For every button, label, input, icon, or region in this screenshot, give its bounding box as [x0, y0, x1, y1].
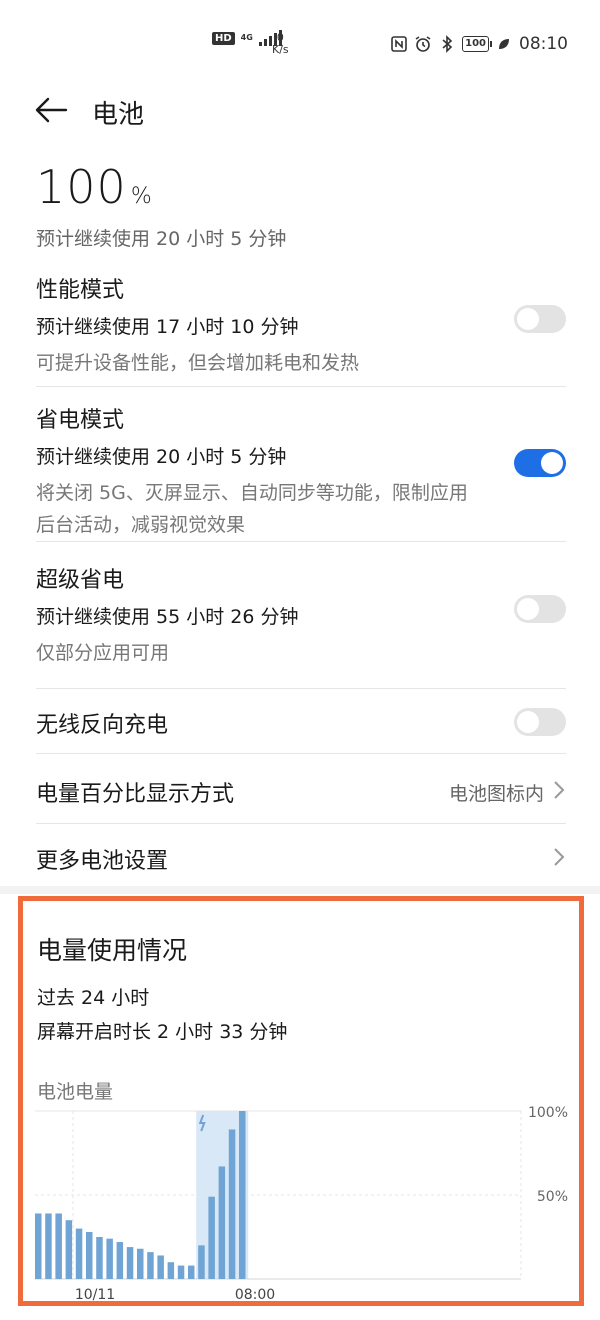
chart-bar [35, 1213, 42, 1279]
bluetooth-icon [438, 35, 456, 53]
nfc-icon [390, 35, 408, 53]
divider [36, 688, 566, 689]
divider [36, 541, 566, 542]
divider [36, 386, 566, 387]
usage-title: 电量使用情况 [37, 936, 188, 965]
chart-bar [106, 1238, 113, 1279]
power-saving-estimate: 预计继续使用 20 小时 5 分钟 [36, 446, 287, 468]
chart-label: 电池电量 [37, 1081, 114, 1103]
chart-bar [157, 1255, 164, 1279]
chart-bar [45, 1213, 52, 1279]
usage-period: 过去 24 小时 [37, 987, 150, 1009]
chart-bar [218, 1166, 226, 1279]
chart-bar [188, 1265, 195, 1279]
power-saving-toggle[interactable] [514, 449, 566, 477]
chart-bar [198, 1245, 205, 1279]
x-tick-label: 10/11 [75, 1287, 115, 1301]
chart-bar [75, 1228, 83, 1279]
toggle-knob [517, 308, 539, 330]
y-tick-label: 50% [537, 1189, 568, 1205]
chart-bar [208, 1196, 215, 1279]
performance-mode-title: 性能模式 [36, 278, 125, 303]
battery-percent: 100% [36, 160, 153, 214]
chart-bar [65, 1220, 73, 1279]
chevron-right-icon[interactable] [552, 780, 566, 800]
ultra-saving-title: 超级省电 [36, 568, 125, 593]
chart-bar [116, 1242, 124, 1279]
chart-bar [96, 1237, 103, 1279]
chart-bar [177, 1265, 185, 1279]
section-gap [0, 886, 600, 894]
percent-display-label[interactable]: 电量百分比显示方式 [36, 776, 234, 808]
ultra-saving-desc: 仅部分应用可用 [36, 642, 170, 664]
status-bar: HD 4G 0 K/s 100 08:10 [0, 0, 600, 80]
app-header: 电池 [0, 88, 600, 138]
clock: 08:10 [519, 34, 568, 54]
battery-level-chart[interactable]: 100% 50% 10/11 08:00 [23, 1101, 579, 1301]
more-settings-label[interactable]: 更多电池设置 [36, 843, 168, 875]
ultra-saving-toggle[interactable] [514, 595, 566, 623]
net-speed-unit: K/s [272, 43, 289, 56]
toggle-knob [541, 452, 563, 474]
battery-percent-value: 100 [36, 160, 127, 214]
toggle-knob [517, 711, 539, 733]
chart-bar [228, 1129, 236, 1279]
chart-bar [86, 1231, 93, 1279]
chart-bar [137, 1248, 144, 1279]
battery-icon: 100 [462, 36, 492, 52]
chevron-right-icon[interactable] [552, 847, 566, 867]
power-saving-desc: 将关闭 5G、灭屏显示、自动同步等功能，限制应用后台活动，减弱视觉效果 [36, 482, 468, 536]
chart-bar [147, 1252, 154, 1279]
divider [36, 823, 566, 824]
alarm-icon [414, 35, 432, 53]
battery-percent-unit: % [130, 184, 153, 209]
percent-display-value: 电池图标内 [448, 783, 544, 805]
wireless-reverse-toggle[interactable] [514, 708, 566, 736]
power-saving-title: 省电模式 [36, 408, 125, 433]
ultra-saving-item[interactable]: 超级省电 预计继续使用 55 小时 26 分钟 仅部分应用可用 [36, 562, 566, 669]
chart-bar [167, 1262, 175, 1279]
y-tick-label: 100% [528, 1105, 568, 1121]
battery-estimate: 预计继续使用 20 小时 5 分钟 [36, 228, 287, 250]
ultra-saving-estimate: 预计继续使用 55 小时 26 分钟 [36, 606, 299, 628]
battery-usage-section: 电量使用情况 过去 24 小时 屏幕开启时长 2 小时 33 分钟 电池电量 1… [18, 896, 584, 1306]
wireless-reverse-label: 无线反向充电 [36, 713, 169, 738]
chart-bar [55, 1213, 62, 1279]
back-arrow-icon[interactable] [34, 96, 68, 124]
net-speed: 0 K/s [272, 32, 289, 56]
chart-bar [126, 1247, 134, 1279]
page-title: 电池 [92, 100, 145, 130]
x-tick-label: 08:00 [235, 1287, 275, 1301]
divider [36, 753, 566, 754]
system-status: 100 08:10 [390, 34, 568, 54]
leaf-icon [495, 35, 513, 53]
power-saving-item[interactable]: 省电模式 预计继续使用 20 小时 5 分钟 将关闭 5G、灭屏显示、自动同步等… [36, 402, 566, 541]
network-type: 4G [240, 33, 253, 42]
performance-mode-desc: 可提升设备性能，但会增加耗电和发热 [36, 352, 360, 374]
chart-bar [239, 1111, 246, 1279]
performance-mode-item[interactable]: 性能模式 预计继续使用 17 小时 10 分钟 可提升设备性能，但会增加耗电和发… [36, 272, 566, 379]
performance-mode-toggle[interactable] [514, 305, 566, 333]
hd-badge: HD [212, 31, 235, 45]
toggle-knob [517, 598, 539, 620]
performance-mode-estimate: 预计继续使用 17 小时 10 分钟 [36, 316, 299, 338]
usage-screen-on: 屏幕开启时长 2 小时 33 分钟 [37, 1021, 288, 1043]
